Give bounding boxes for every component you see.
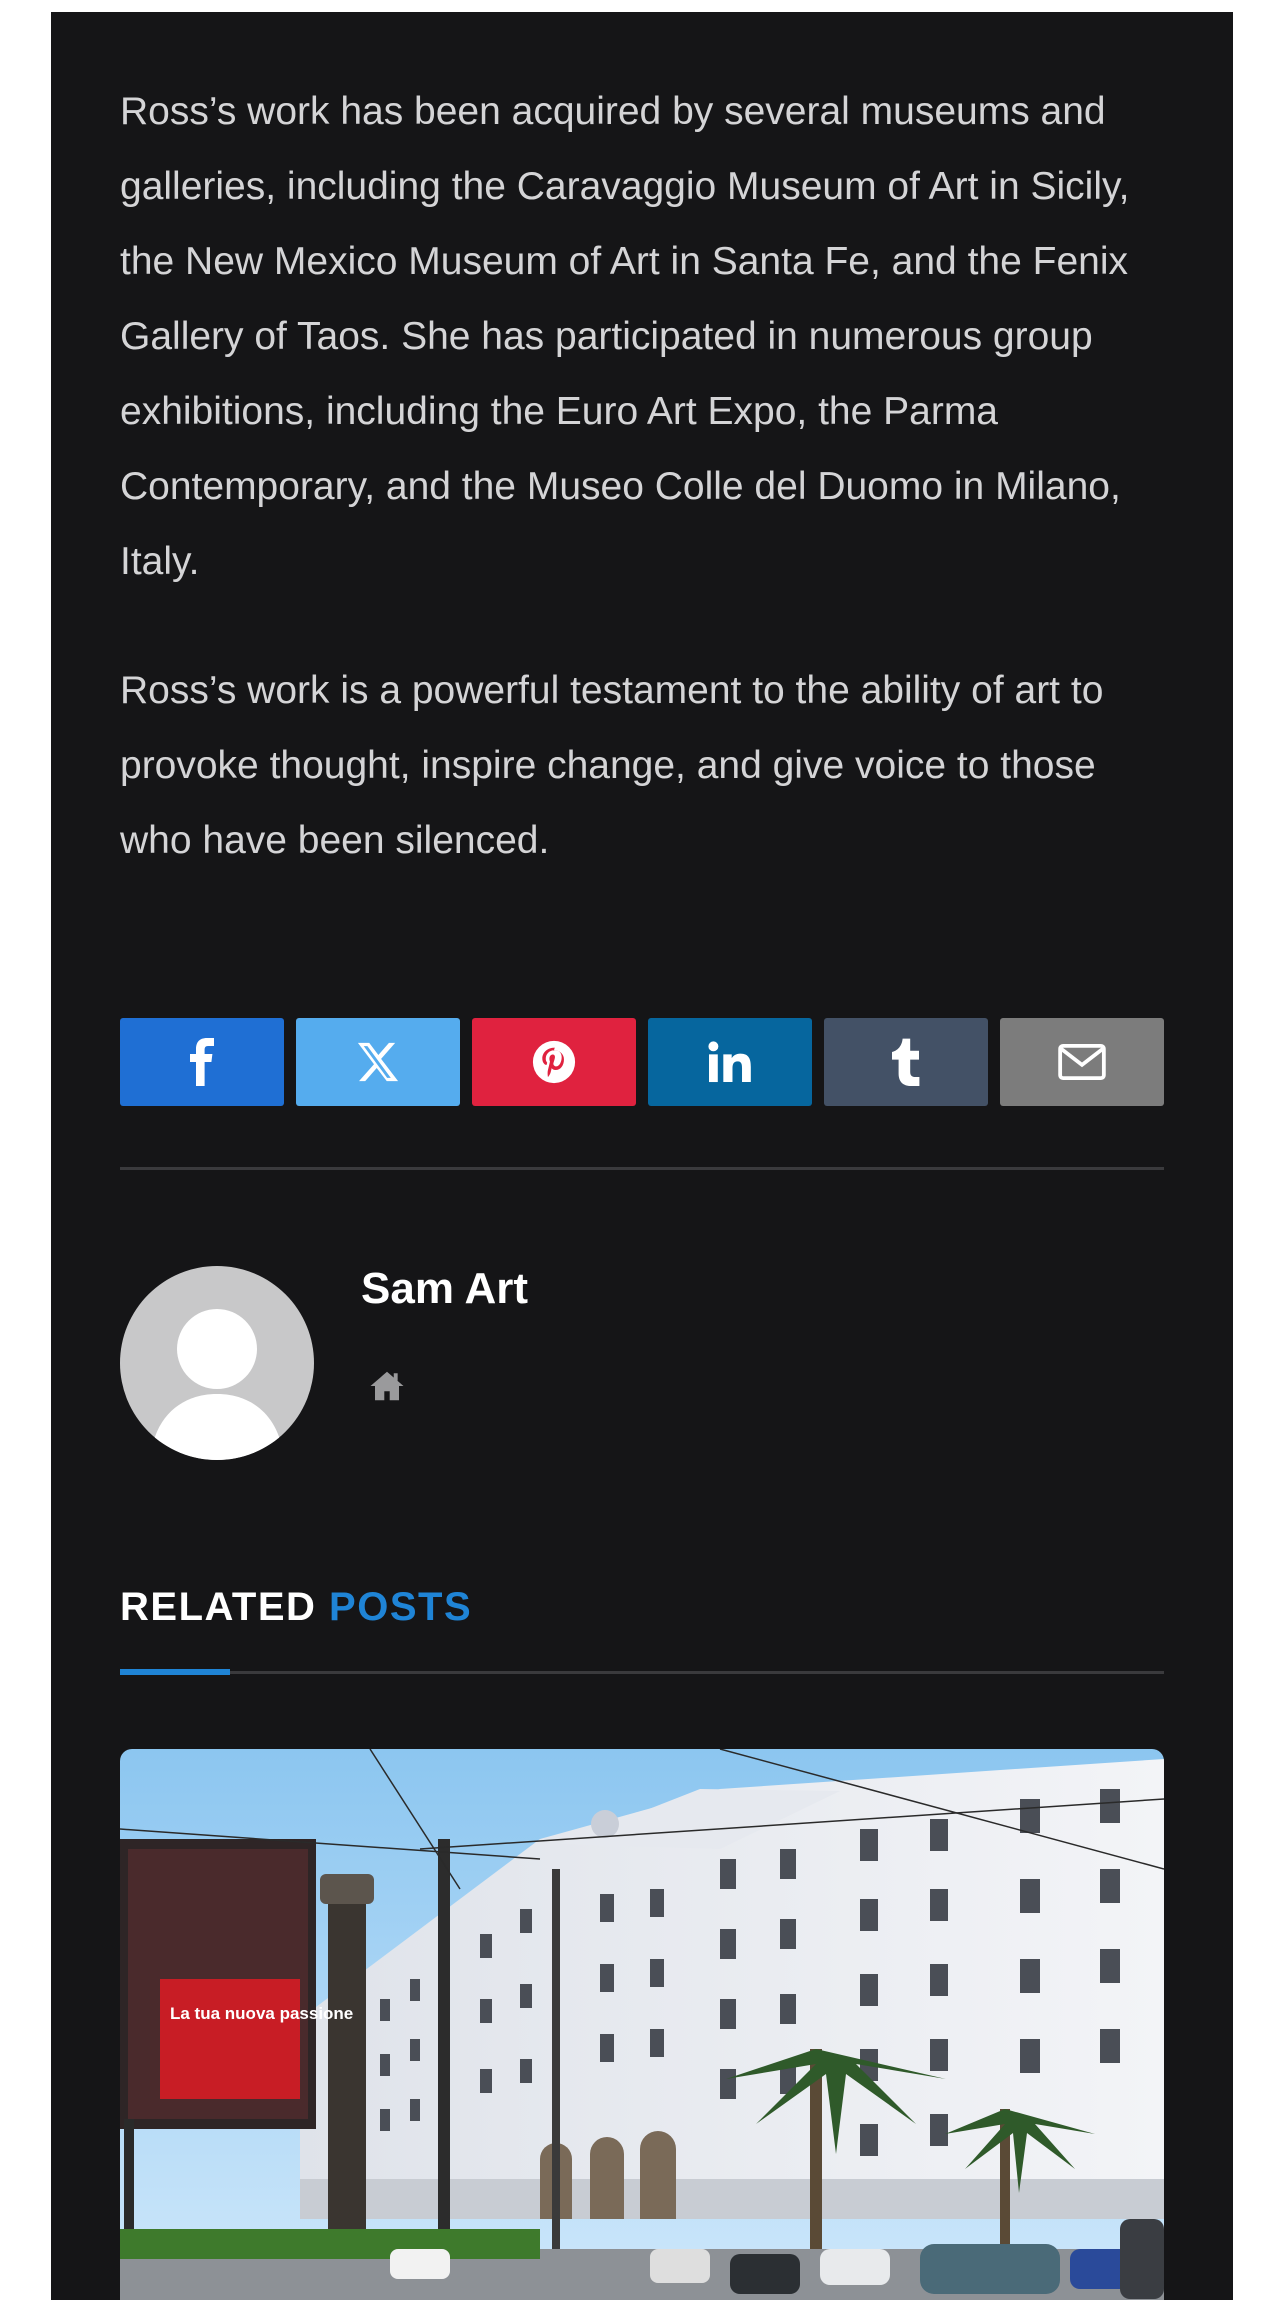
share-tumblr-button[interactable] <box>824 1018 988 1106</box>
share-email-button[interactable] <box>1000 1018 1164 1106</box>
related-heading-underline <box>120 1671 1164 1674</box>
avatar-placeholder-icon <box>150 1309 284 1460</box>
x-twitter-icon <box>357 1042 399 1082</box>
share-linkedin-button[interactable] <box>648 1018 812 1106</box>
share-buttons <box>120 1018 1164 1106</box>
article-paragraph: Ross’s work is a powerful testament to t… <box>120 669 1104 862</box>
author-name[interactable]: Sam Art <box>361 1264 528 1314</box>
author-website-link[interactable] <box>369 1368 405 1404</box>
related-heading-accent-bar <box>120 1669 230 1675</box>
related-posts-heading: RELATED POSTS <box>120 1585 472 1630</box>
email-icon <box>1058 1043 1106 1081</box>
ad-banner-text: La tua nuova passione <box>170 2004 353 2023</box>
article-page: Ross’s work has been acquired by several… <box>51 12 1233 2300</box>
related-heading-prefix: RELATED <box>120 1585 317 1629</box>
related-post-image[interactable]: La tua nuova passione <box>120 1749 1164 2300</box>
tumblr-icon <box>892 1038 920 1086</box>
share-pinterest-button[interactable] <box>472 1018 636 1106</box>
pinterest-icon <box>532 1040 576 1084</box>
section-divider <box>120 1167 1164 1170</box>
facebook-icon <box>190 1038 214 1086</box>
linkedin-icon <box>708 1041 751 1083</box>
article-paragraph: Ross’s work has been acquired by several… <box>120 90 1130 583</box>
related-post-photo: La tua nuova passione <box>120 1749 1164 2300</box>
home-icon <box>370 1371 404 1401</box>
share-facebook-button[interactable] <box>120 1018 284 1106</box>
author-avatar[interactable] <box>120 1266 314 1460</box>
share-x-button[interactable] <box>296 1018 460 1106</box>
related-heading-accent: POSTS <box>329 1585 473 1629</box>
